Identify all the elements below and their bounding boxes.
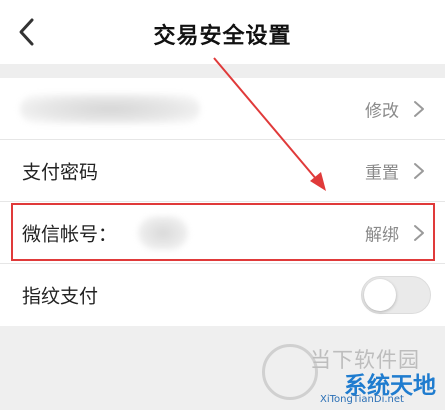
chevron-right-icon bbox=[414, 162, 424, 179]
fingerprint-payment-row: 指纹支付 bbox=[0, 264, 445, 326]
fingerprint-toggle[interactable] bbox=[361, 276, 431, 314]
toggle-knob bbox=[364, 279, 396, 311]
watermark: 当下软件园 系统天地 XiTongTianDi.net bbox=[262, 342, 442, 406]
page-title: 交易安全设置 bbox=[153, 24, 292, 49]
blurred-wechat-id bbox=[138, 216, 188, 250]
modify-action[interactable]: 修改 bbox=[365, 96, 399, 121]
settings-list: 修改 支付密码 重置 微信帐号： 解绑 指纹支付 bbox=[0, 78, 445, 326]
chevron-right-icon bbox=[414, 224, 424, 241]
account-row[interactable]: 修改 bbox=[0, 78, 445, 140]
section-divider bbox=[0, 64, 445, 78]
unbind-action[interactable]: 解绑 bbox=[365, 220, 399, 245]
chevron-right-icon bbox=[414, 100, 424, 117]
payment-password-label: 支付密码 bbox=[22, 161, 99, 183]
wechat-account-label: 微信帐号： bbox=[22, 223, 118, 245]
fingerprint-payment-label: 指纹支付 bbox=[22, 285, 99, 308]
reset-action[interactable]: 重置 bbox=[365, 158, 399, 183]
payment-password-row[interactable]: 支付密码 重置 bbox=[0, 140, 445, 202]
watermark-url: XiTongTianDi.net bbox=[320, 394, 404, 405]
navigation-bar: 交易安全设置 bbox=[0, 0, 445, 64]
wechat-account-row[interactable]: 微信帐号： 解绑 bbox=[0, 202, 445, 264]
blurred-account-info bbox=[20, 94, 200, 124]
